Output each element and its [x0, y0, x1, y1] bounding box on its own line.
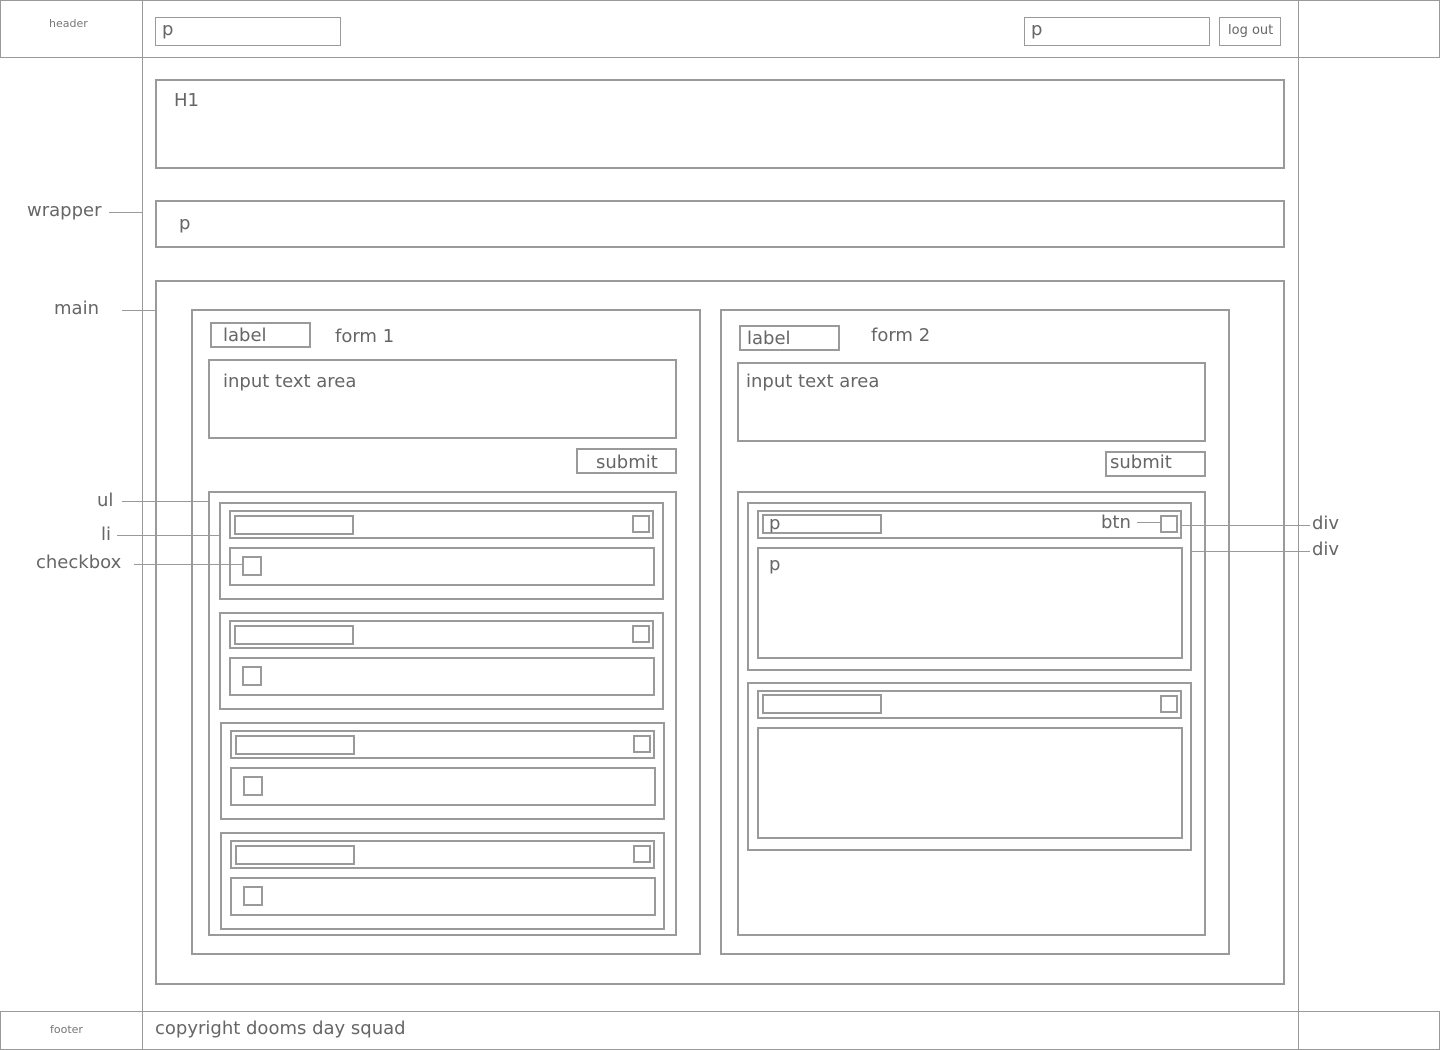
list-item-text-bar [235, 845, 355, 865]
logout-button-label: log out [1228, 23, 1274, 38]
list-item-body [757, 727, 1183, 839]
main-annotation: main [54, 298, 99, 319]
ul-annotation: ul [97, 490, 114, 511]
header-left-paragraph-box: p [155, 17, 341, 46]
form-1-submit-button[interactable]: submit [576, 448, 677, 474]
list-item-text-bar [762, 694, 882, 714]
list-item-paragraph: p [769, 513, 781, 534]
logout-button[interactable]: log out [1219, 17, 1281, 46]
list-item-text-bar [234, 625, 354, 645]
form-2-submit-label: submit [1110, 452, 1172, 473]
list-item-toggle-checkbox[interactable] [632, 625, 650, 643]
form-2-submit-button[interactable]: submit [1105, 451, 1206, 477]
header-right-paragraph-box: p [1024, 17, 1210, 46]
list-item-checkbox[interactable] [243, 886, 263, 906]
main-annotation-line [122, 310, 155, 311]
list-item-checkbox[interactable] [243, 776, 263, 796]
page-title: H1 [174, 90, 199, 111]
div-top-annotation: div [1312, 513, 1340, 534]
footer-top-line [0, 1011, 1440, 1012]
list-item-text-bar: p [762, 514, 882, 534]
form-2-title: form 2 [871, 325, 931, 346]
list-item-checkbox[interactable] [242, 556, 262, 576]
intro-paragraph-box: p [155, 200, 1285, 248]
header-bottom-line [0, 57, 1440, 58]
div-bottom-annotation-line [1191, 551, 1310, 552]
list-item-button[interactable] [1160, 515, 1178, 533]
form-1-label: label [223, 325, 267, 346]
li-annotation: li [101, 524, 112, 545]
wrapper-annotation: wrapper [27, 200, 102, 221]
list-item-toggle-checkbox[interactable] [633, 735, 651, 753]
form-1-textarea-placeholder: input text area [223, 371, 357, 392]
list-item-body [230, 877, 656, 916]
title-box: H1 [155, 79, 1285, 169]
intro-paragraph: p [179, 213, 191, 234]
btn-annotation-line [1137, 522, 1160, 523]
list-item-toggle-checkbox[interactable] [632, 515, 650, 533]
form-1-title: form 1 [335, 326, 395, 347]
form-2-label-box: label [739, 325, 840, 351]
footer-left-border [0, 1011, 1, 1050]
outer-left-border [0, 0, 1, 58]
form-2-textarea-placeholder: input text area [746, 371, 880, 392]
list-item-body-paragraph: p [769, 554, 781, 575]
list-item-toggle-checkbox[interactable] [633, 845, 651, 863]
form-2-label: label [747, 328, 791, 349]
div-top-annotation-line [1180, 525, 1310, 526]
wrapper-annotation-line [109, 212, 142, 213]
header-section-label: header [49, 17, 88, 30]
list-item-body [229, 547, 655, 586]
list-item-body [230, 767, 656, 806]
header-right-paragraph: p [1031, 19, 1043, 40]
list-item-text-bar [235, 735, 355, 755]
form-1-textarea[interactable]: input text area [208, 359, 677, 439]
footer-section-label: footer [50, 1023, 83, 1036]
checkbox-annotation: checkbox [36, 552, 122, 573]
form-2-textarea[interactable]: input text area [737, 362, 1206, 442]
list-item-body [229, 657, 655, 696]
outer-top-border [0, 0, 1440, 1]
btn-annotation: btn [1101, 512, 1131, 533]
form-1-submit-label: submit [596, 452, 658, 473]
list-item-body: p [757, 547, 1183, 659]
div-bottom-annotation: div [1312, 539, 1340, 560]
list-item-button[interactable] [1160, 695, 1178, 713]
list-item-checkbox[interactable] [242, 666, 262, 686]
form-1-label-box: label [210, 322, 311, 348]
footer-copyright: copyright dooms day squad [155, 1018, 406, 1039]
list-item-text-bar [234, 515, 354, 535]
header-left-paragraph: p [162, 19, 174, 40]
left-column-guide [142, 0, 143, 1050]
